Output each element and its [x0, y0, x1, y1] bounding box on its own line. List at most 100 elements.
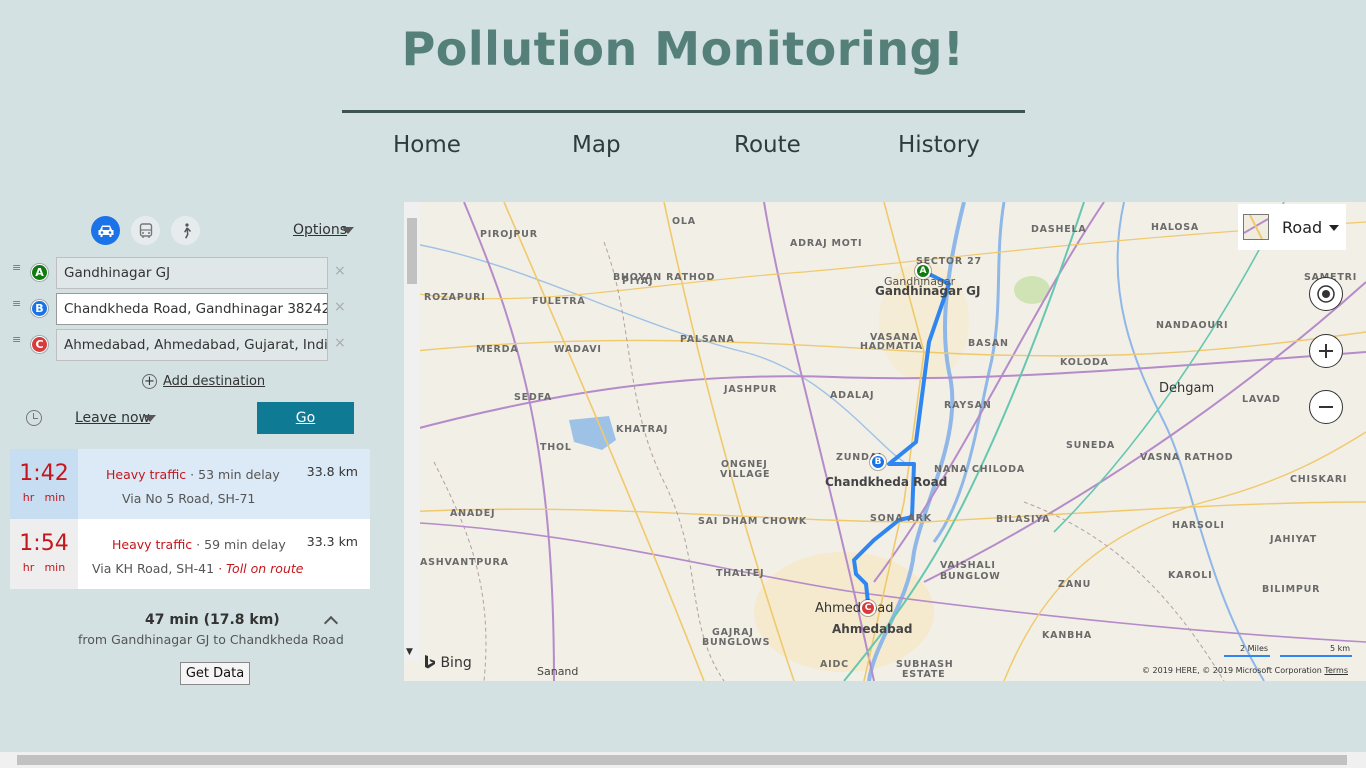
nav-route[interactable]: Route: [734, 132, 801, 158]
clock-icon: [26, 410, 42, 426]
bing-icon: [425, 655, 435, 669]
route-time-unit-min: min: [44, 491, 66, 504]
scale-km: 5 km: [1330, 644, 1351, 653]
map-scrollbar-thumb[interactable]: [407, 218, 417, 284]
place-label: PIYAJ: [622, 276, 654, 287]
zoom-out-button[interactable]: [1309, 390, 1343, 424]
route-time-unit-min: min: [44, 561, 66, 574]
go-button[interactable]: Go: [257, 402, 354, 434]
place-label: HARSOLI: [1172, 520, 1225, 531]
map-type-caret-icon: [1329, 225, 1339, 231]
place-label: AIDC: [820, 659, 849, 670]
clear-waypoint-a-icon[interactable]: ×: [334, 263, 346, 279]
place-label: BUNGLOW: [940, 571, 1001, 582]
place-label: LAVAD: [1242, 394, 1281, 405]
car-mode-button[interactable]: [91, 216, 120, 245]
place-label: Dehgam: [1159, 381, 1215, 396]
place-label: SONA ARK: [870, 513, 932, 524]
delay-label: 59 min delay: [204, 537, 286, 552]
scale-miles: 2 Miles: [1240, 644, 1269, 653]
route-option-1[interactable]: 1:42 hr min Heavy traffic · 53 min delay…: [10, 449, 370, 519]
place-label: Sanand: [537, 665, 579, 678]
main-nav: Home Map Route History: [0, 132, 1366, 164]
locate-me-button[interactable]: [1309, 277, 1343, 311]
route-distance: 33.8 km: [306, 464, 358, 479]
drag-handle-icon[interactable]: ≡: [12, 298, 21, 309]
waypoint-a-input[interactable]: Gandhinagar GJ: [56, 257, 328, 289]
waypoint-b-row: ≡ B Chandkheda Road, Gandhinagar 382424,…: [12, 293, 357, 325]
route-summary: 47 min (17.8 km): [145, 612, 280, 628]
options-link[interactable]: Options: [293, 222, 347, 238]
map-pin-b[interactable]: B: [870, 454, 886, 470]
scroll-down-arrow-icon[interactable]: ▼: [406, 647, 413, 657]
map-type-selector[interactable]: Road: [1238, 204, 1346, 250]
get-data-button[interactable]: Get Data: [180, 662, 250, 685]
route-traffic: Heavy traffic · 59 min delay: [112, 537, 286, 552]
page-scrollbar-thumb[interactable]: [17, 755, 1347, 765]
minus-icon: [1319, 406, 1333, 408]
walk-icon: [183, 222, 191, 238]
route-time: 1:42: [19, 461, 69, 486]
leave-now-caret-icon[interactable]: [144, 415, 156, 422]
nav-home[interactable]: Home: [393, 132, 461, 158]
map-pin-a[interactable]: A: [915, 263, 931, 279]
waypoint-b-input[interactable]: Chandkheda Road, Gandhinagar 382424, Gu: [56, 293, 328, 325]
place-label: ROZAPURI: [424, 292, 486, 303]
walk-mode-button[interactable]: [171, 216, 200, 245]
place-label: SEDFA: [514, 392, 552, 403]
place-label: ADRAJ MOTI: [790, 238, 863, 249]
terms-link[interactable]: Terms: [1324, 666, 1348, 675]
place-label: FULETRA: [532, 296, 586, 307]
page-horizontal-scrollbar[interactable]: [0, 752, 1366, 768]
place-label: DASHELA: [1031, 224, 1087, 235]
collapse-chevron-icon[interactable]: [323, 615, 339, 631]
road-map-thumbnail-icon: [1243, 214, 1269, 240]
clear-waypoint-c-icon[interactable]: ×: [334, 335, 346, 351]
place-label: JASHPUR: [724, 384, 778, 395]
place-label: ZANU: [1058, 579, 1092, 590]
route-time: 1:54: [19, 531, 69, 556]
transit-mode-button[interactable]: [131, 216, 160, 245]
place-label: KOLODA: [1060, 357, 1109, 368]
waypoint-c-input[interactable]: Ahmedabad, Ahmedabad, Gujarat, India: [56, 329, 328, 361]
zoom-in-button[interactable]: [1309, 334, 1343, 368]
bus-icon: [139, 222, 152, 238]
place-label: SUNEDA: [1066, 440, 1116, 451]
place-label: Ahmedabad: [815, 601, 894, 616]
place-label: OLA: [672, 216, 696, 227]
waypoint-c-row: ≡ C Ahmedabad, Ahmedabad, Gujarat, India…: [12, 329, 357, 361]
leave-now-dropdown[interactable]: Leave now: [75, 410, 150, 426]
plus-circle-icon: +: [142, 374, 157, 389]
place-label: Chandkheda Road: [825, 475, 948, 489]
place-label: NANDAOURI: [1156, 320, 1229, 331]
route-via-text: Via KH Road, SH-41: [92, 561, 215, 576]
route-option-2[interactable]: 1:54 hr min Heavy traffic · 59 min delay…: [10, 519, 370, 589]
scale-km-bar: [1280, 655, 1352, 657]
bing-logo[interactable]: Bing: [424, 655, 472, 671]
map-canvas[interactable]: PIROJPUR OLA ADRAJ MOTI SECTOR 27 DASHEL…: [404, 202, 1366, 681]
place-label: KAROLI: [1168, 570, 1213, 581]
waypoint-b-marker: B: [31, 300, 48, 317]
traffic-label: Heavy traffic: [106, 467, 187, 482]
map-type-label: Road: [1282, 218, 1323, 237]
nav-map[interactable]: Map: [572, 132, 621, 158]
place-label: HADMATIA: [860, 341, 924, 352]
clear-waypoint-b-icon[interactable]: ×: [334, 299, 346, 315]
map-scrollbar[interactable]: [404, 202, 420, 661]
drag-handle-icon[interactable]: ≡: [12, 262, 21, 273]
add-destination-button[interactable]: + Add destination: [142, 374, 265, 389]
waypoint-c-marker: C: [31, 336, 48, 353]
place-label: Ahmedabad: [832, 622, 913, 636]
options-caret-icon[interactable]: [342, 227, 354, 234]
route-time-unit-hr: hr: [22, 561, 35, 574]
place-label: PALSANA: [680, 334, 735, 345]
route-traffic: Heavy traffic · 53 min delay: [106, 467, 280, 482]
nav-history[interactable]: History: [898, 132, 980, 158]
route-via: Via No 5 Road, SH-71: [122, 491, 256, 506]
drag-handle-icon[interactable]: ≡: [12, 334, 21, 345]
place-label: PIROJPUR: [480, 229, 538, 240]
place-label: THOL: [540, 442, 572, 453]
plus-icon: [1319, 344, 1333, 358]
toll-label: Toll on route: [225, 561, 304, 576]
map-pin-c[interactable]: C: [860, 600, 876, 616]
